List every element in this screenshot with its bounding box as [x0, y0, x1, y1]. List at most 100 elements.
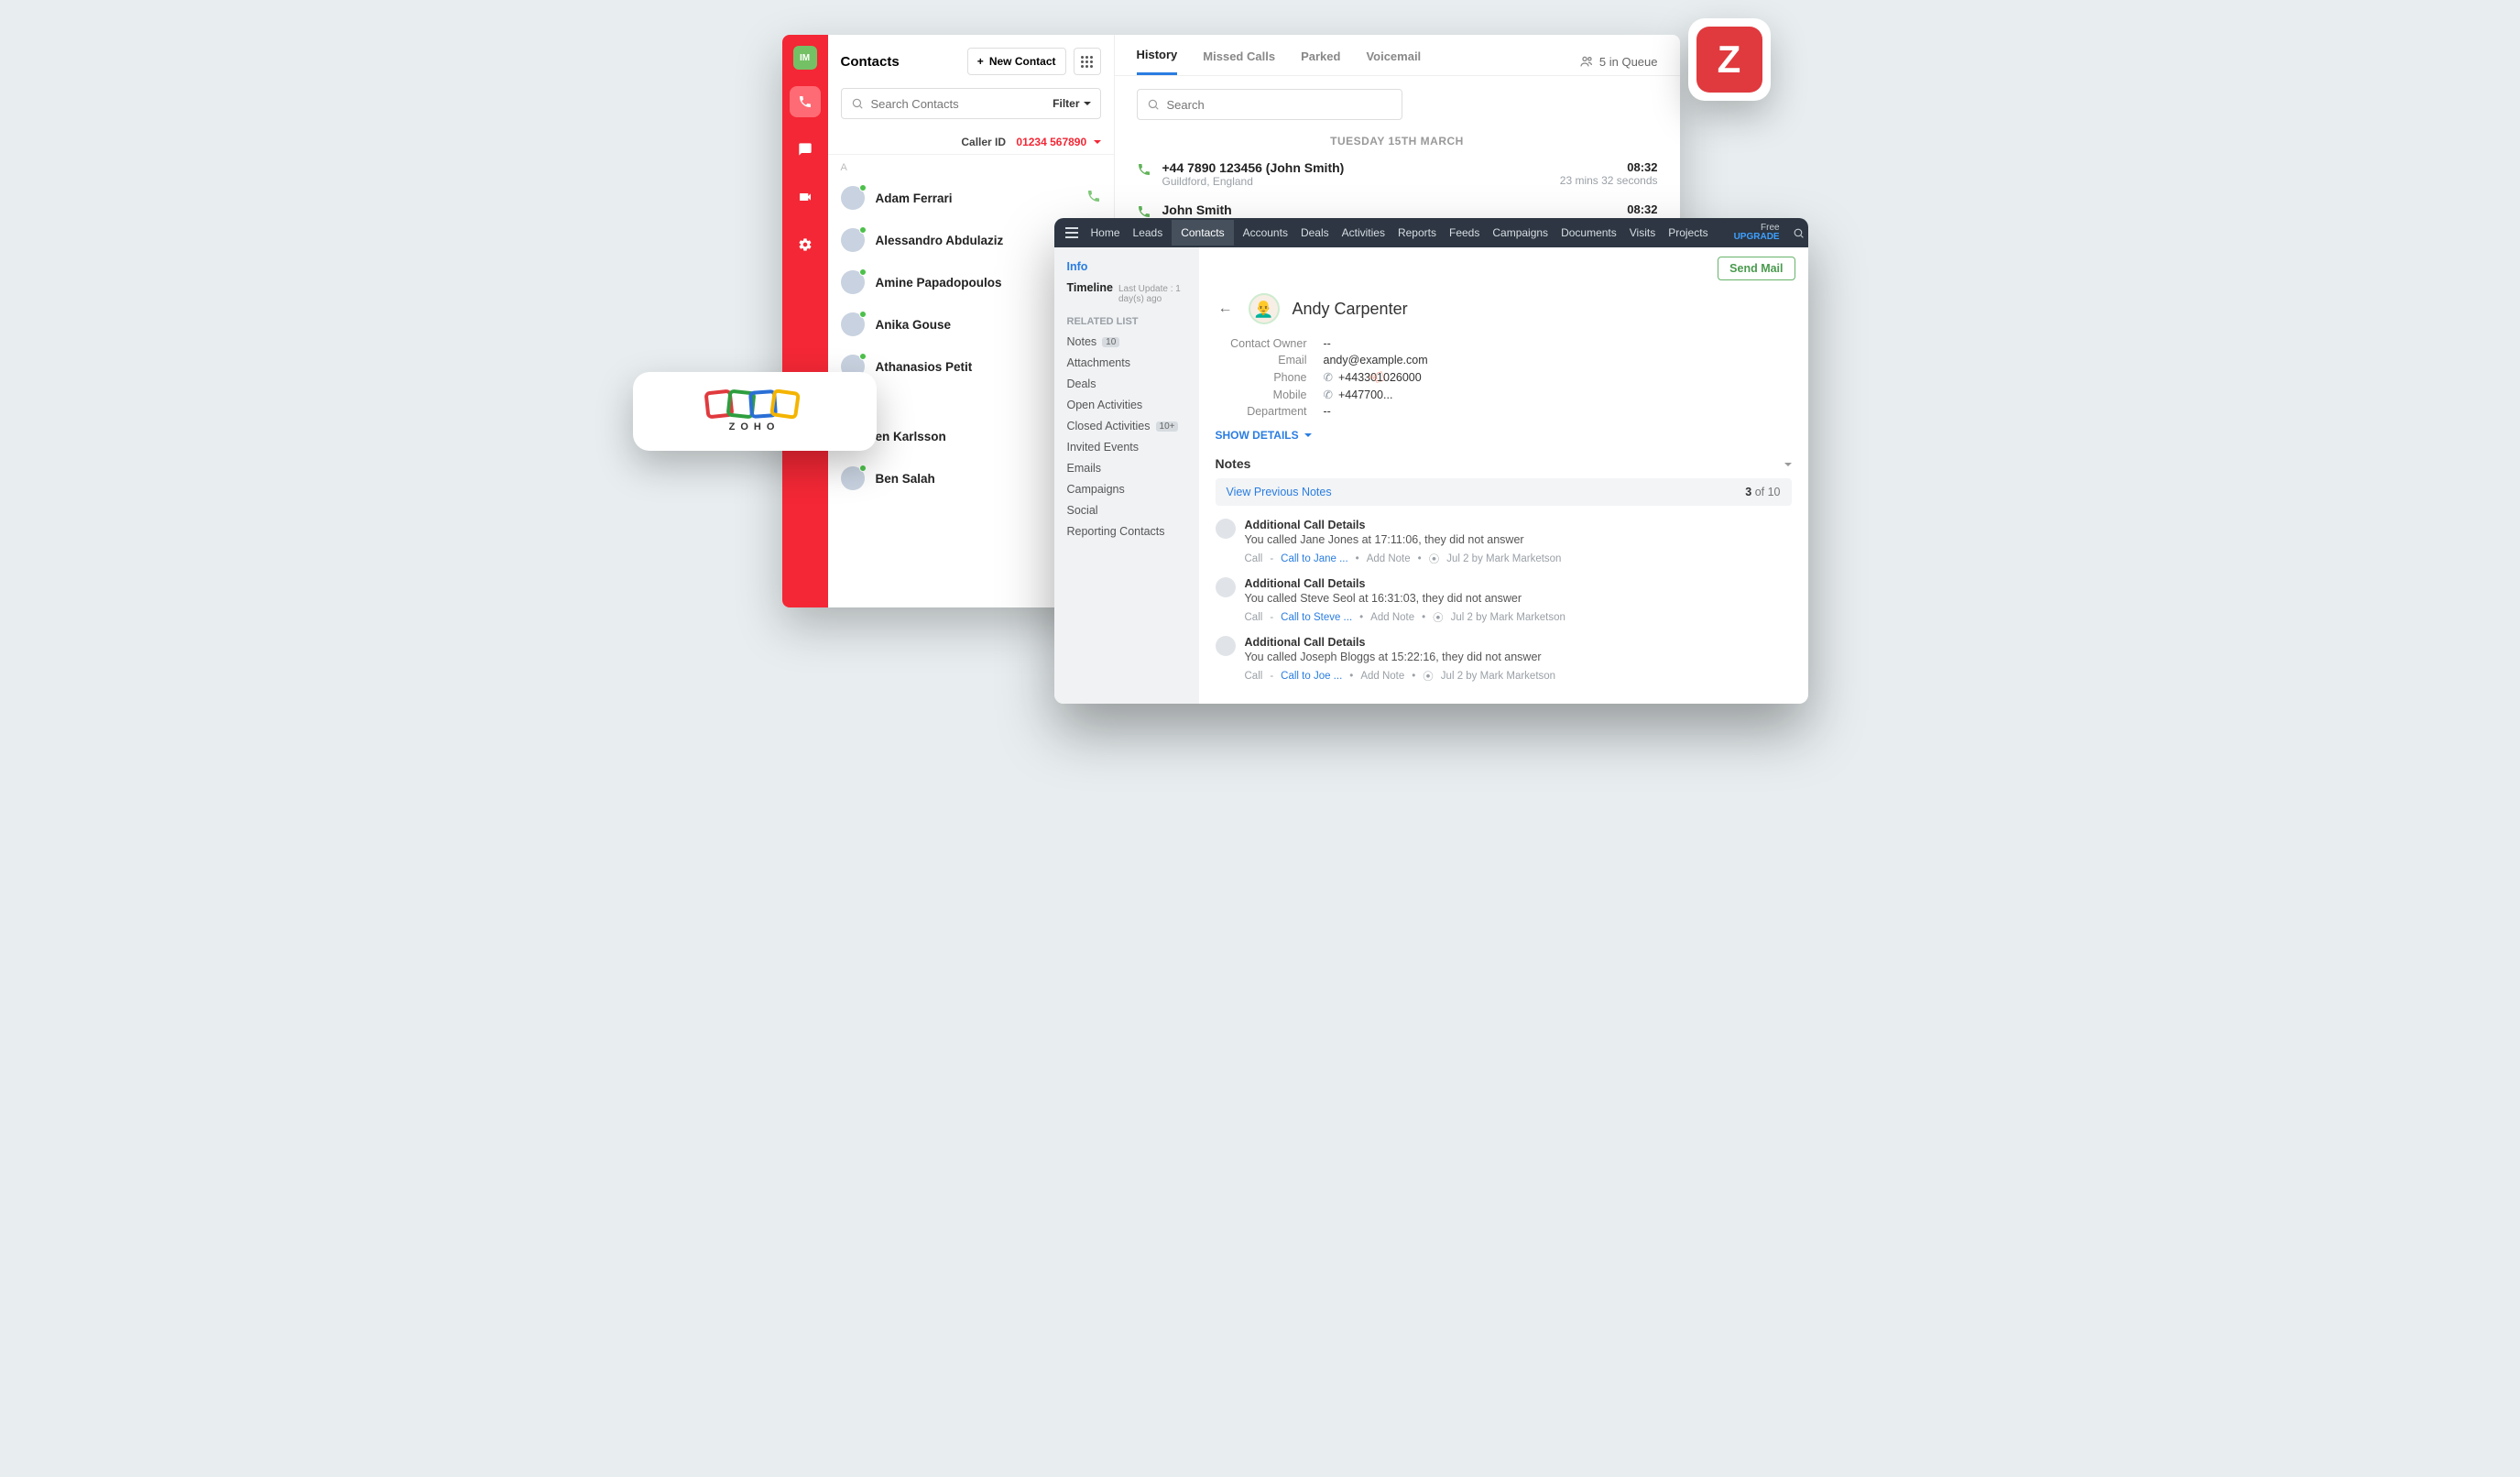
- side-item-deals[interactable]: Deals: [1067, 377, 1186, 390]
- hamburger-icon[interactable]: [1065, 227, 1078, 238]
- note-item: Additional Call Details You called Jane …: [1199, 511, 1808, 570]
- phone-icon: ✆: [1324, 388, 1333, 401]
- side-item-emails[interactable]: Emails: [1067, 462, 1186, 475]
- tab-history[interactable]: History: [1137, 48, 1178, 75]
- side-item-notes[interactable]: Notes10: [1067, 335, 1186, 348]
- new-contact-button[interactable]: + New Contact: [967, 48, 1066, 75]
- note-item: Additional Call Details You called Josep…: [1199, 629, 1808, 687]
- side-info[interactable]: Info: [1067, 260, 1186, 273]
- note-link[interactable]: Call to Steve ...: [1281, 612, 1352, 623]
- menu-leads[interactable]: Leads: [1133, 226, 1163, 239]
- phone-value[interactable]: ✆+443301026000☜: [1324, 370, 1422, 384]
- apps-grid-button[interactable]: [1074, 48, 1101, 75]
- menu-reports[interactable]: Reports: [1398, 226, 1436, 239]
- settings-icon[interactable]: [790, 229, 821, 260]
- phone-icon: ✆: [1324, 370, 1333, 384]
- contacts-search-input[interactable]: Filter: [841, 88, 1101, 119]
- contact-avatar: [841, 186, 865, 210]
- menu-accounts[interactable]: Accounts: [1243, 226, 1288, 239]
- phone-icon[interactable]: [790, 86, 821, 117]
- notes-header: Notes: [1216, 456, 1251, 471]
- contacts-title: Contacts: [841, 54, 900, 70]
- queue-indicator[interactable]: 5 in Queue: [1579, 54, 1658, 69]
- menu-projects[interactable]: Projects: [1668, 226, 1707, 239]
- caller-id-label: Caller ID: [961, 136, 1006, 148]
- alpha-header-a: A: [828, 155, 1114, 177]
- tab-missed-calls[interactable]: Missed Calls: [1203, 49, 1275, 74]
- side-item-social[interactable]: Social: [1067, 504, 1186, 517]
- side-item-invited-events[interactable]: Invited Events: [1067, 441, 1186, 454]
- add-note-button[interactable]: Add Note: [1360, 671, 1404, 682]
- back-arrow-icon[interactable]: ←: [1216, 299, 1236, 319]
- add-note-button[interactable]: Add Note: [1367, 553, 1411, 564]
- show-details-button[interactable]: SHOW DETAILS: [1199, 420, 1808, 451]
- caller-id-selector[interactable]: Caller ID 01234 567890: [828, 128, 1114, 155]
- new-contact-label: New Contact: [989, 55, 1056, 68]
- owner-label: Contact Owner: [1216, 337, 1307, 350]
- add-note-button[interactable]: Add Note: [1370, 612, 1414, 623]
- search-icon: [1147, 98, 1160, 111]
- side-item-open-activities[interactable]: Open Activities: [1067, 399, 1186, 411]
- history-item[interactable]: +44 7890 123456 (John Smith)Guildford, E…: [1115, 153, 1680, 195]
- chevron-down-icon[interactable]: [1784, 456, 1792, 471]
- phone-label: Phone: [1216, 371, 1307, 384]
- note-author-avatar: [1216, 636, 1236, 656]
- video-icon[interactable]: [790, 181, 821, 213]
- z-app-badge: Z: [1688, 18, 1771, 101]
- menu-documents[interactable]: Documents: [1561, 226, 1617, 239]
- menu-deals[interactable]: Deals: [1301, 226, 1329, 239]
- side-item-closed-activities[interactable]: Closed Activities10+: [1067, 420, 1186, 432]
- note-link[interactable]: Call to Jane ...: [1281, 553, 1348, 564]
- menu-activities[interactable]: Activities: [1342, 226, 1385, 239]
- note-type: Call: [1245, 671, 1263, 682]
- menu-campaigns[interactable]: Campaigns: [1492, 226, 1548, 239]
- menu-home[interactable]: Home: [1091, 226, 1120, 239]
- note-byline: Jul 2 by Mark Marketson: [1451, 612, 1565, 623]
- user-avatar[interactable]: IM: [793, 46, 817, 70]
- contacts-search-field[interactable]: [871, 97, 1046, 111]
- tab-parked[interactable]: Parked: [1301, 49, 1340, 74]
- plan-indicator[interactable]: FreeUPGRADE: [1734, 224, 1780, 242]
- filter-button[interactable]: Filter: [1053, 97, 1090, 110]
- call-icon[interactable]: [1086, 189, 1101, 208]
- mobile-value[interactable]: ✆+447700...: [1324, 388, 1393, 401]
- zoho-text: ZOHO: [729, 421, 780, 432]
- z-letter-icon: Z: [1696, 27, 1762, 93]
- crm-top-menu: Home Leads Contacts Accounts Deals Activities…: [1054, 218, 1808, 247]
- note-item: Additional Call Details You called Steve…: [1199, 570, 1808, 629]
- contact-name: Athanasios Petit: [876, 360, 973, 374]
- menu-contacts[interactable]: Contacts: [1172, 220, 1233, 246]
- queue-label: 5 in Queue: [1599, 55, 1658, 69]
- chat-icon[interactable]: [790, 134, 821, 165]
- history-search-input[interactable]: [1137, 89, 1402, 120]
- side-timeline[interactable]: Timeline Last Update : 1 day(s) ago: [1067, 281, 1186, 304]
- search-icon[interactable]: [1793, 225, 1805, 240]
- history-subtitle: Guildford, England: [1162, 175, 1549, 188]
- view-previous-notes[interactable]: View Previous Notes 3 of 10: [1216, 478, 1792, 506]
- tab-voicemail[interactable]: Voicemail: [1366, 49, 1421, 74]
- contact-avatar: [841, 466, 865, 490]
- email-value[interactable]: andy@example.com: [1324, 354, 1428, 367]
- history-time: 08:32: [1560, 202, 1658, 216]
- contact-name: Ben Salah: [876, 472, 935, 486]
- side-item-attachments[interactable]: Attachments: [1067, 356, 1186, 369]
- side-item-campaigns[interactable]: Campaigns: [1067, 483, 1186, 496]
- dept-value: --: [1324, 405, 1331, 418]
- crm-main: Send Mail ← 👨‍🦲 Andy Carpenter Contact O…: [1199, 247, 1808, 704]
- search-icon: [851, 97, 864, 110]
- side-item-reporting-contacts[interactable]: Reporting Contacts: [1067, 525, 1186, 538]
- mobile-label: Mobile: [1216, 388, 1307, 401]
- history-title: +44 7890 123456 (John Smith): [1162, 160, 1549, 175]
- send-mail-button[interactable]: Send Mail: [1718, 257, 1795, 280]
- note-link[interactable]: Call to Joe ...: [1281, 671, 1342, 682]
- lock-icon: ⦿: [1433, 610, 1444, 625]
- history-search-field[interactable]: [1167, 98, 1392, 112]
- contact-avatar: [841, 312, 865, 336]
- menu-visits[interactable]: Visits: [1630, 226, 1655, 239]
- note-title: Additional Call Details: [1245, 636, 1792, 649]
- owner-value: --: [1324, 337, 1331, 350]
- date-header: TUESDAY 15TH MARCH: [1115, 127, 1680, 153]
- contact-avatar: [841, 228, 865, 252]
- menu-feeds[interactable]: Feeds: [1449, 226, 1479, 239]
- contact-item[interactable]: Adam Ferrari: [828, 177, 1114, 219]
